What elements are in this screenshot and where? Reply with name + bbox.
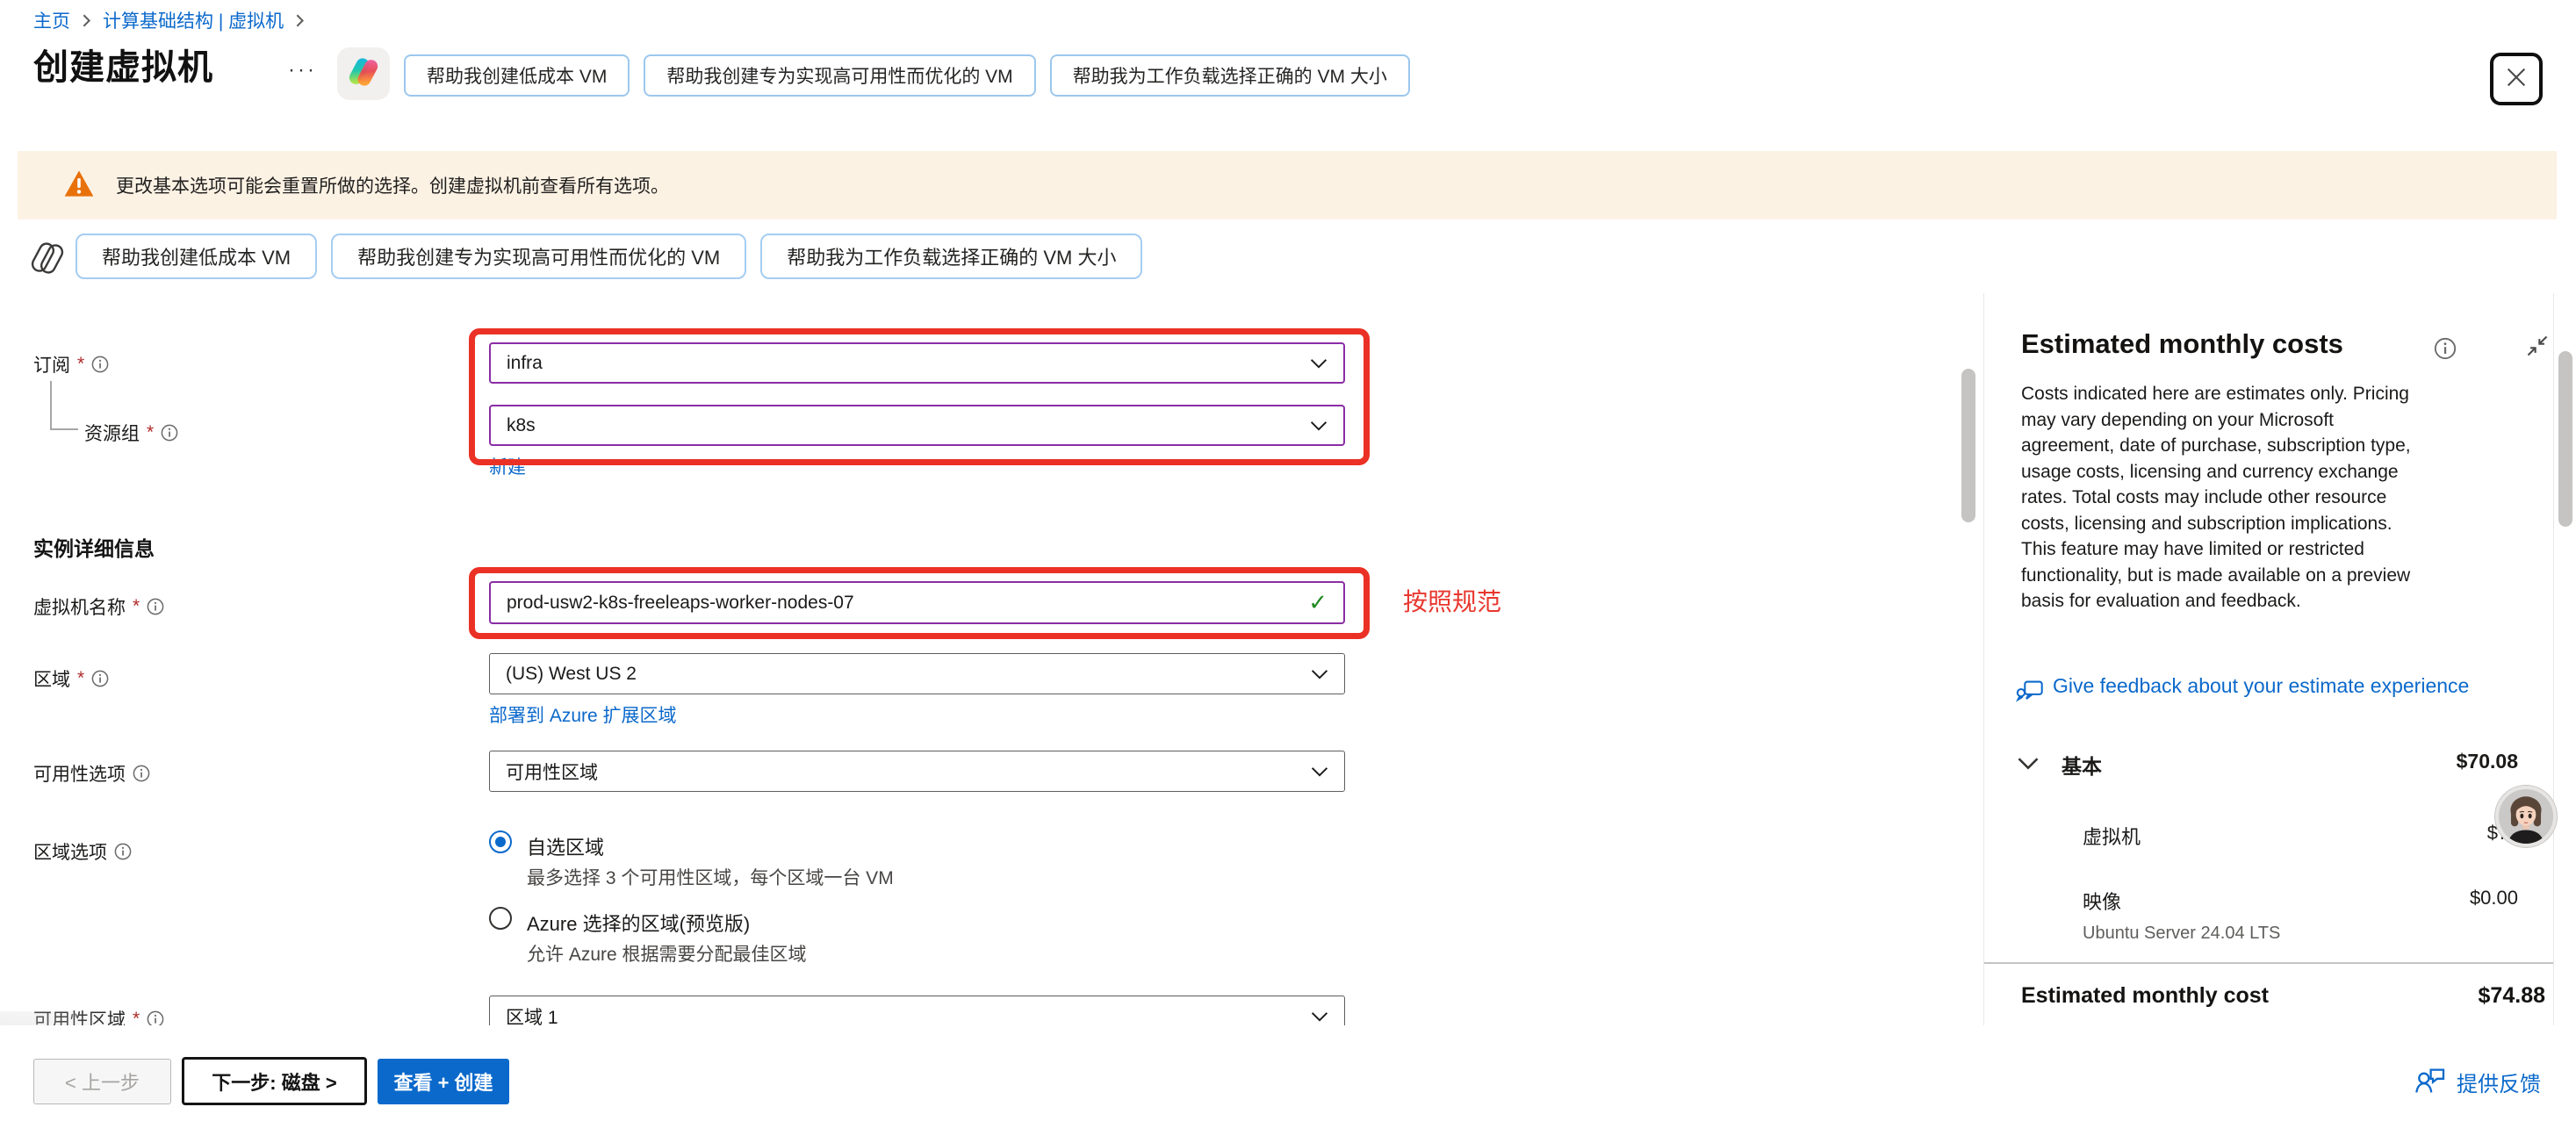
chevron-right-icon [81, 14, 92, 27]
info-icon[interactable] [161, 424, 178, 442]
instance-details-heading: 实例详细信息 [33, 532, 155, 562]
panel-right-divider [2553, 293, 2554, 1050]
panel-left-divider [1983, 293, 1984, 1050]
info-icon[interactable] [147, 598, 164, 615]
estimate-feedback-link[interactable]: Give feedback about your estimate experi… [2016, 671, 2483, 710]
vm-name-label: 虚拟机名称* [33, 593, 164, 620]
copilot-logo-icon [345, 54, 382, 95]
region-label: 区域* [33, 665, 109, 692]
radio-self-select-desc: 最多选择 3 个可用性区域，每个区域一台 VM [527, 864, 894, 890]
panel-scrollbar[interactable] [2558, 351, 2572, 527]
create-new-resource-group-link[interactable]: 新建 [489, 453, 526, 479]
total-cost-amount: $74.88 [2317, 983, 2545, 1009]
radio-self-select-zones[interactable] [489, 830, 512, 853]
chevron-right-icon [294, 14, 306, 27]
suggestion-low-cost-vm-button[interactable]: 帮助我创建低成本 VM [404, 54, 630, 97]
info-icon[interactable] [91, 356, 109, 373]
copilot-suggestions-row-top: 帮助我创建低成本 VM 帮助我创建专为实现高可用性而优化的 VM 帮助我为工作负… [404, 54, 1410, 97]
suggestion-high-availability-button[interactable]: 帮助我创建专为实现高可用性而优化的 VM [644, 54, 1035, 97]
cost-panel-title: Estimated monthly costs [2021, 328, 2343, 360]
next-disks-button[interactable]: 下一步: 磁盘 > [182, 1057, 367, 1105]
main-scrollbar[interactable] [1961, 369, 1975, 522]
cost-panel-divider [1984, 962, 2553, 964]
info-icon[interactable] [2434, 337, 2457, 364]
assistant-avatar[interactable] [2495, 786, 2557, 847]
subscription-label: 订阅* [33, 351, 109, 377]
chevron-down-icon [1311, 761, 1328, 782]
cost-group-name: 基本 [2062, 750, 2102, 780]
region-dropdown[interactable]: (US) West US 2 [489, 653, 1345, 694]
breadcrumb-home[interactable]: 主页 [33, 7, 70, 33]
review-create-button[interactable]: 查看 + 创建 [378, 1059, 509, 1104]
radio-azure-select-desc: 允许 Azure 根据需要分配最佳区域 [527, 940, 807, 967]
suggestion-high-availability-button[interactable]: 帮助我创建专为实现高可用性而优化的 VM [331, 234, 746, 279]
previous-button[interactable]: < 上一步 [33, 1059, 171, 1104]
radio-azure-select-zones[interactable] [489, 907, 512, 930]
give-feedback-link[interactable]: 提供反馈 [2414, 1066, 2541, 1098]
cost-item-name: 映像 [2083, 887, 2121, 915]
valid-check-icon: ✓ [1308, 589, 1328, 616]
tree-connector-vertical [50, 381, 52, 430]
suggestion-right-size-button[interactable]: 帮助我为工作负载选择正确的 VM 大小 [1050, 54, 1410, 97]
cost-group-amount: $70.08 [2342, 750, 2518, 773]
cost-item-sub-label: Ubuntu Server 24.04 LTS [2083, 924, 2280, 944]
copilot-outline-icon [28, 239, 67, 282]
close-icon [2504, 65, 2529, 94]
chevron-down-icon [1310, 353, 1328, 374]
zone-options-label: 区域选项 [33, 838, 132, 865]
collapse-panel-icon[interactable] [2525, 334, 2550, 363]
availability-options-dropdown[interactable]: 可用性区域 [489, 751, 1345, 792]
edge-zone-link[interactable]: 部署到 Azure 扩展区域 [489, 701, 677, 728]
info-icon[interactable] [133, 765, 150, 782]
vm-name-annotation: 按照规范 [1403, 583, 1501, 618]
suggestion-low-cost-vm-button[interactable]: 帮助我创建低成本 VM [76, 234, 317, 279]
chevron-down-icon [1310, 415, 1328, 436]
chevron-down-icon [1311, 664, 1328, 685]
copilot-suggestions-row: 帮助我创建低成本 VM 帮助我创建专为实现高可用性而优化的 VM 帮助我为工作负… [76, 234, 1142, 279]
info-icon[interactable] [91, 670, 109, 687]
availability-options-label: 可用性选项 [33, 760, 150, 787]
cost-panel-description: Costs indicated here are estimates only.… [2021, 381, 2530, 615]
page-title: 创建虚拟机 [33, 39, 213, 90]
expand-basic-group-icon[interactable] [2018, 757, 2039, 774]
radio-self-select-label[interactable]: 自选区域 [527, 832, 604, 860]
breadcrumb: 主页 计算基础结构 | 虚拟机 [33, 7, 306, 33]
breadcrumb-section[interactable]: 计算基础结构 | 虚拟机 [103, 7, 284, 33]
tree-connector-horizontal [50, 428, 78, 430]
copilot-button[interactable] [337, 47, 390, 100]
feedback-bubbles-icon [2016, 678, 2044, 710]
suggestion-right-size-button[interactable]: 帮助我为工作负载选择正确的 VM 大小 [760, 234, 1142, 279]
cost-item-name: 虚拟机 [2083, 822, 2141, 850]
feedback-person-icon [2414, 1066, 2446, 1098]
vm-name-input[interactable] [507, 593, 1308, 614]
subscription-dropdown[interactable]: infra [489, 342, 1345, 384]
warning-banner: 更改基本选项可能会重置所做的选择。创建虚拟机前查看所有选项。 [18, 151, 2557, 219]
resource-group-label: 资源组* [84, 420, 178, 446]
info-icon[interactable] [114, 843, 132, 860]
close-blade-button[interactable] [2490, 53, 2543, 105]
warning-text: 更改基本选项可能会重置所做的选择。创建虚拟机前查看所有选项。 [116, 172, 669, 198]
more-menu-button[interactable]: ··· [288, 58, 317, 83]
cost-item-amount: $0.00 [2342, 887, 2518, 909]
vm-name-field: ✓ [489, 581, 1345, 624]
resource-group-dropdown[interactable]: k8s [489, 405, 1345, 446]
chevron-down-icon [1311, 1006, 1328, 1027]
warning-icon [63, 169, 95, 202]
total-cost-label: Estimated monthly cost [2021, 983, 2269, 1009]
create-vm-blade: 主页 计算基础结构 | 虚拟机 创建虚拟机 ··· 帮助我创建低成本 VM 帮助… [0, 0, 2576, 1143]
radio-azure-select-label[interactable]: Azure 选择的区域(预览版) [527, 909, 750, 937]
